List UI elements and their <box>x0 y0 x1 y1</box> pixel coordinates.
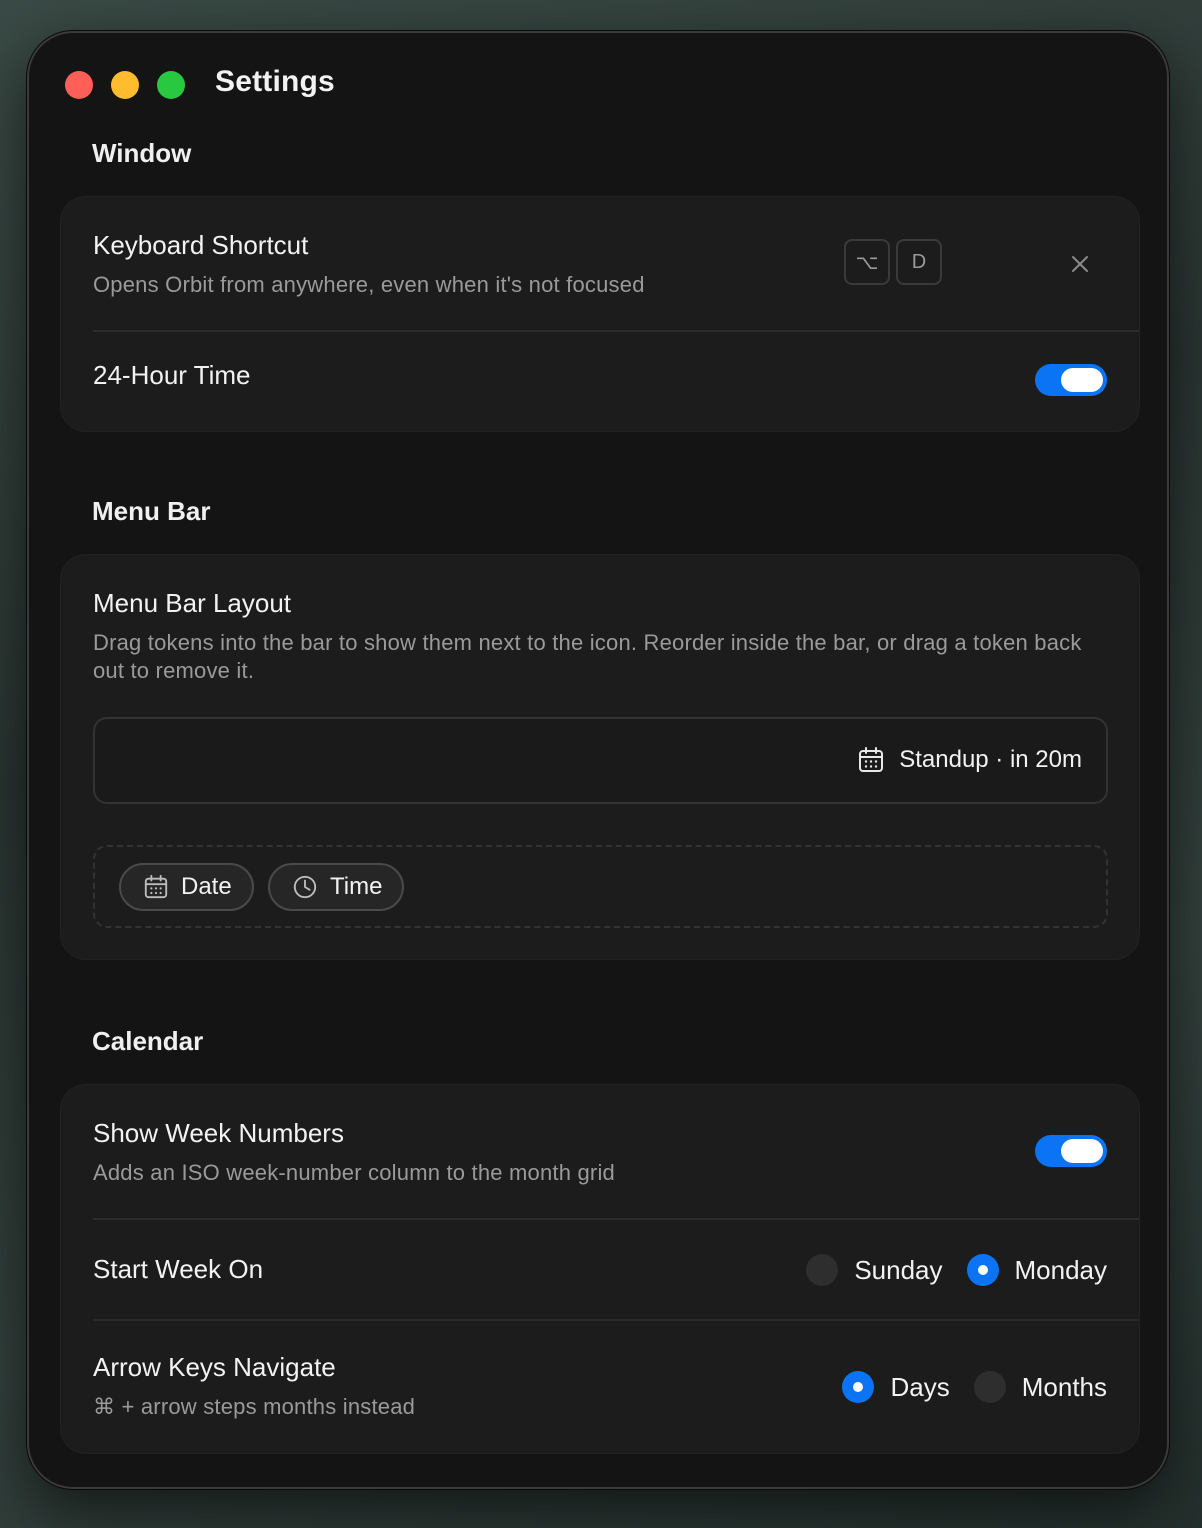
menu-bar-settings-card: Menu Bar Layout Drag tokens into the bar… <box>60 554 1140 960</box>
section-header-window: Window <box>92 138 192 168</box>
minimize-window-button[interactable] <box>111 71 139 99</box>
twenty-four-hour-toggle[interactable] <box>1035 364 1107 396</box>
bar-token-label: Standup · in 20m <box>899 746 1082 773</box>
twenty-four-hour-row: 24-Hour Time <box>61 332 1139 432</box>
menu-bar-layout-subtitle: Drag tokens into the bar to show them ne… <box>93 630 1082 683</box>
shortcut-key-d[interactable]: D <box>896 239 942 285</box>
menu-bar-layout-title: Menu Bar Layout <box>93 588 292 618</box>
radio-days[interactable] <box>842 1371 875 1403</box>
twenty-four-hour-title: 24-Hour Time <box>93 360 251 390</box>
arrow-keys-title: Arrow Keys Navigate <box>93 1352 336 1382</box>
window-title: Settings <box>215 65 335 98</box>
toggle-knob <box>1061 1139 1103 1163</box>
calendar-settings-card: Show Week Numbers Adds an ISO week-numbe… <box>60 1084 1140 1454</box>
week-numbers-subtitle: Adds an ISO week-number column to the mo… <box>93 1160 615 1185</box>
arrow-keys-radio-group: Days Months <box>842 1371 1107 1403</box>
keyboard-shortcut-subtitle: Opens Orbit from anywhere, even when it'… <box>93 272 645 297</box>
title-bar: Settings <box>29 33 1167 133</box>
week-numbers-toggle[interactable] <box>1035 1135 1107 1167</box>
radio-label-months[interactable]: Months <box>1022 1372 1107 1403</box>
start-week-radio-group: Sunday Monday <box>806 1254 1107 1286</box>
radio-monday[interactable] <box>966 1254 999 1286</box>
token-label: Time <box>330 873 383 900</box>
window-settings-card: Keyboard Shortcut Opens Orbit from anywh… <box>60 196 1140 432</box>
calendar-icon <box>143 874 169 900</box>
token-time[interactable]: Time <box>268 863 405 911</box>
start-week-row: Start Week On Sunday Monday <box>61 1220 1139 1320</box>
clock-icon <box>292 874 318 900</box>
radio-months[interactable] <box>973 1371 1006 1403</box>
arrow-keys-row: Arrow Keys Navigate ⌘ + arrow steps mont… <box>61 1321 1139 1455</box>
calendar-icon <box>857 746 885 774</box>
radio-label-days[interactable]: Days <box>890 1372 949 1403</box>
toggle-knob <box>1061 368 1103 392</box>
week-numbers-row: Show Week Numbers Adds an ISO week-numbe… <box>61 1085 1139 1219</box>
shortcut-key-option[interactable]: ⌥ <box>844 239 890 285</box>
settings-window: Settings Window Keyboard Shortcut Opens … <box>27 31 1169 1489</box>
close-icon[interactable] <box>1063 247 1097 281</box>
radio-sunday[interactable] <box>806 1254 839 1286</box>
section-header-menu-bar: Menu Bar <box>92 496 211 526</box>
bar-token-standup[interactable]: Standup · in 20m <box>857 746 1082 774</box>
token-date[interactable]: Date <box>119 863 254 911</box>
radio-label-sunday[interactable]: Sunday <box>854 1255 942 1286</box>
arrow-keys-subtitle: ⌘ + arrow steps months instead <box>93 1394 416 1419</box>
available-tokens-pool[interactable]: Date Time <box>93 845 1108 928</box>
section-header-calendar: Calendar <box>92 1026 204 1056</box>
radio-label-monday[interactable]: Monday <box>1015 1255 1108 1286</box>
close-window-button[interactable] <box>65 71 93 99</box>
menu-bar-preview[interactable]: Standup · in 20m <box>93 717 1108 804</box>
keyboard-shortcut-title: Keyboard Shortcut <box>93 230 309 260</box>
week-numbers-title: Show Week Numbers <box>93 1118 344 1148</box>
maximize-window-button[interactable] <box>157 71 185 99</box>
token-label: Date <box>181 873 232 900</box>
keyboard-shortcut-row: Keyboard Shortcut Opens Orbit from anywh… <box>61 197 1139 331</box>
start-week-title: Start Week On <box>93 1254 264 1284</box>
